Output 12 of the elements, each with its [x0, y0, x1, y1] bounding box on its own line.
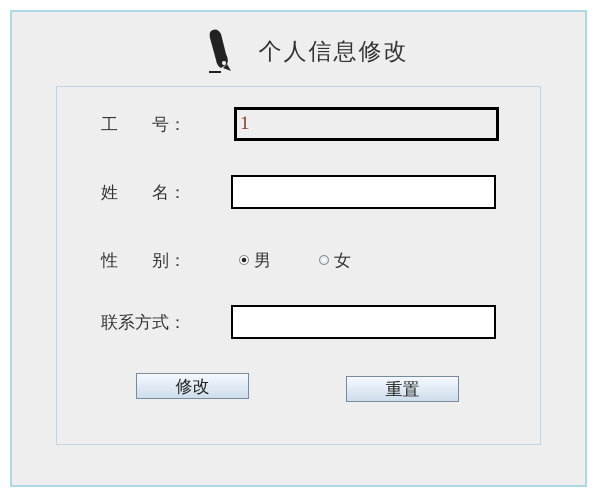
input-field[interactable]: [231, 305, 496, 339]
gender-radio[interactable]: 男: [239, 248, 271, 272]
form-title: 个人信息修改: [258, 38, 408, 66]
field-label: 联系方式：: [101, 312, 187, 334]
gender-radio[interactable]: 女: [319, 248, 351, 272]
field-label: 姓 名：: [101, 182, 187, 204]
form-button[interactable]: 修改: [136, 373, 249, 399]
pen-nib-icon: [206, 28, 232, 74]
field-label: 性 别：: [101, 250, 187, 272]
input-field[interactable]: [231, 175, 496, 209]
form-button[interactable]: 重置: [346, 376, 459, 402]
field-label: 工 号：: [101, 114, 187, 136]
